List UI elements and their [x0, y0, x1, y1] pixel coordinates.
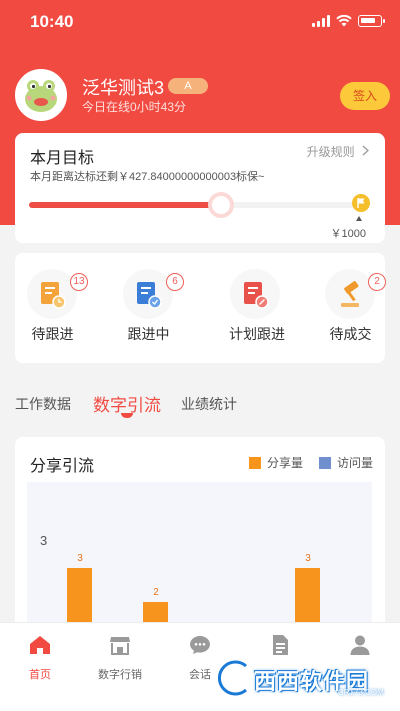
- followup-status-card: 13 待跟进 6 跟进中 计划跟进 2 待成交: [15, 253, 386, 363]
- chevron-right-icon: [362, 145, 369, 159]
- online-time: 今日在线0小时43分: [82, 100, 187, 114]
- bar-value-label: 2: [153, 587, 159, 598]
- goal-progress-track: [29, 196, 355, 214]
- document-icon: [273, 635, 288, 655]
- tabbar-label: 首页: [29, 669, 51, 681]
- data-tabs: 工作数据 数字引流 业绩统计: [0, 380, 400, 420]
- profile-icon: [350, 635, 370, 655]
- status-item-planned[interactable]: 计划跟进: [215, 253, 307, 363]
- goal-target-amount: ￥1000: [330, 228, 366, 240]
- upgrade-rules-label: 升级规则: [306, 145, 355, 159]
- watermark-site: CR173.COM: [338, 688, 384, 697]
- watermark-logo-icon: [215, 658, 249, 698]
- legend-label: 分享量: [267, 456, 304, 470]
- tabbar-home[interactable]: 首页: [0, 623, 80, 711]
- status-item-in-progress[interactable]: 6 跟进中: [111, 253, 203, 363]
- battery-icon: [358, 15, 385, 27]
- monthly-goal-card: 本月目标 升级规则 本月距离达标还剩￥427.84000000000003标保~…: [15, 133, 385, 243]
- status-label: 待跟进: [31, 326, 74, 342]
- tab-performance[interactable]: 业绩统计: [181, 394, 237, 414]
- status-label: 待成交: [329, 326, 372, 342]
- home-icon: [30, 636, 50, 654]
- share-traffic-chart-card: 分享引流 分享量 访问量 3 3231: [15, 437, 385, 670]
- status-label: 跟进中: [127, 326, 170, 342]
- legend-visit: 访问量: [319, 454, 373, 471]
- avatar[interactable]: [15, 69, 67, 121]
- status-label: 计划跟进: [229, 326, 285, 342]
- target-marker-icon: [356, 216, 362, 221]
- status-bar: 10:40: [0, 0, 400, 44]
- in-progress-icon: [123, 269, 173, 319]
- planned-followup-icon: [230, 269, 280, 319]
- status-count-badge: 6: [166, 273, 184, 291]
- store-icon: [110, 637, 130, 655]
- bar-value-label: 3: [77, 553, 83, 564]
- goal-remaining-text: 本月距离达标还剩￥427.84000000000003标保~: [30, 171, 265, 183]
- signal-icon: [312, 15, 330, 27]
- goal-title: 本月目标: [30, 150, 95, 167]
- tabbar-digital-marketing[interactable]: 数字行销: [80, 623, 160, 711]
- user-name: 泛华测试3: [82, 78, 165, 98]
- upgrade-rules-link[interactable]: 升级规则: [307, 143, 369, 160]
- legend-swatch: [249, 456, 261, 469]
- status-item-pending[interactable]: 13 待跟进: [15, 253, 107, 363]
- goal-progress-fill: [29, 202, 222, 208]
- goal-progress-thumb: [212, 196, 231, 214]
- wifi-icon: [336, 15, 352, 27]
- status-time: 10:40: [30, 12, 74, 31]
- legend-share: 分享量: [249, 454, 303, 471]
- chart-title: 分享引流: [30, 458, 95, 475]
- tabbar-label: 数字行销: [98, 669, 142, 681]
- tab-active-indicator: [121, 413, 133, 418]
- checkin-button[interactable]: 签入: [340, 82, 390, 110]
- status-count-badge: 13: [70, 273, 88, 291]
- status-icons: [312, 15, 385, 27]
- status-item-pending-deal[interactable]: 2 待成交: [313, 253, 400, 363]
- pending-followup-icon: [27, 269, 77, 319]
- chat-icon: [190, 636, 210, 654]
- frog-avatar-icon: [17, 71, 65, 119]
- y-tick-label: 3: [40, 533, 48, 548]
- watermark: 西西软件园 CR173.COM: [210, 656, 400, 700]
- bar-value-label: 3: [305, 553, 311, 564]
- level-badge: A: [168, 78, 208, 94]
- legend-swatch: [319, 456, 331, 469]
- legend-label: 访问量: [337, 456, 374, 470]
- target-flag-icon: [352, 194, 370, 212]
- status-count-badge: 2: [368, 273, 386, 291]
- pending-deal-icon: [325, 269, 375, 319]
- tab-work-data[interactable]: 工作数据: [15, 394, 71, 414]
